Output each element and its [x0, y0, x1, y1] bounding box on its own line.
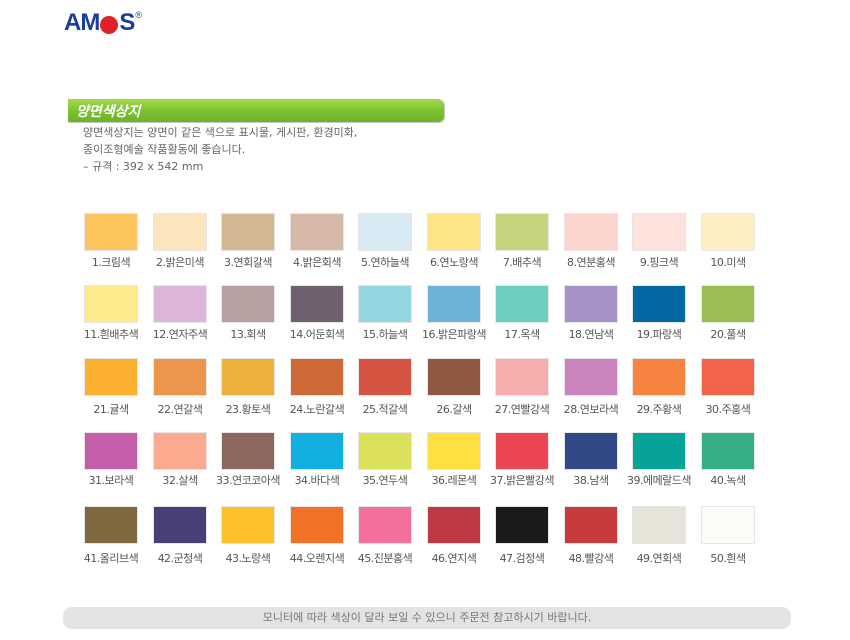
color-swatch — [359, 286, 411, 322]
color-swatch — [291, 214, 343, 250]
color-swatch — [633, 286, 685, 322]
color-swatch-label: 3.연회갈색 — [224, 256, 272, 269]
color-swatch — [565, 359, 617, 395]
color-swatch — [291, 433, 343, 469]
color-swatch — [222, 214, 274, 250]
color-swatch-label: 25.적갈색 — [362, 403, 408, 416]
color-swatch-label: 50.흰색 — [710, 552, 746, 565]
color-swatch — [85, 286, 137, 322]
color-swatch — [633, 214, 685, 250]
color-swatch — [154, 507, 206, 543]
color-swatch — [222, 359, 274, 395]
color-swatch-label: 13.회색 — [230, 328, 266, 341]
color-swatch — [428, 214, 480, 250]
color-swatch-label: 30.주홍색 — [705, 403, 751, 416]
color-swatch-label: 40.녹색 — [710, 474, 746, 487]
color-swatch — [154, 359, 206, 395]
color-swatch — [359, 359, 411, 395]
color-swatch-label: 37.밝은빨강색 — [489, 474, 555, 487]
color-swatch — [291, 286, 343, 322]
color-swatch — [359, 507, 411, 543]
color-swatch-label: 45.진분홍색 — [357, 552, 413, 565]
color-swatch — [702, 507, 754, 543]
color-swatch — [496, 359, 548, 395]
color-swatch — [565, 507, 617, 543]
color-swatch — [702, 286, 754, 322]
color-swatch — [428, 433, 480, 469]
color-swatch-label: 10.미색 — [710, 256, 746, 269]
color-swatch-label: 17.옥색 — [504, 328, 540, 341]
color-swatch — [85, 507, 137, 543]
color-swatch — [633, 507, 685, 543]
color-swatch-label: 43.노랑색 — [225, 552, 271, 565]
color-swatch — [496, 286, 548, 322]
color-swatch — [291, 507, 343, 543]
color-swatch-label: 31.보라색 — [88, 474, 134, 487]
color-swatch-label: 23.황토색 — [225, 403, 271, 416]
color-swatch-label: 7.배추색 — [502, 256, 542, 269]
color-swatch — [428, 507, 480, 543]
color-swatch-label: 11.흰배추색 — [83, 328, 139, 341]
monitor-notice: 모니터에 따라 색상이 달라 보일 수 있으니 주문전 참고하시기 바랍니다. — [63, 607, 791, 629]
color-swatch-label: 27.연빨강색 — [494, 403, 550, 416]
color-swatch — [496, 214, 548, 250]
color-swatch-label: 21.귤색 — [93, 403, 129, 416]
color-swatch — [359, 433, 411, 469]
color-swatch-label: 33.연코코아색 — [215, 474, 281, 487]
color-swatch — [565, 286, 617, 322]
color-swatch-label: 9.핑크색 — [639, 256, 679, 269]
color-swatch — [565, 433, 617, 469]
color-swatch-label: 49.연회색 — [636, 552, 682, 565]
color-swatch — [702, 359, 754, 395]
color-swatch-label: 19.파랑색 — [636, 328, 682, 341]
color-swatch — [222, 286, 274, 322]
color-swatch — [85, 433, 137, 469]
color-swatch — [702, 433, 754, 469]
color-swatch — [154, 214, 206, 250]
color-swatch — [428, 359, 480, 395]
color-swatch-label: 15.하늘색 — [362, 328, 408, 341]
color-swatch — [359, 214, 411, 250]
color-swatch-label: 39.에메랄드색 — [626, 474, 692, 487]
color-swatch — [428, 286, 480, 322]
color-swatch — [702, 214, 754, 250]
color-swatch — [85, 214, 137, 250]
color-swatch — [85, 359, 137, 395]
color-swatch — [496, 507, 548, 543]
color-swatch — [565, 214, 617, 250]
color-swatch-label: 29.주황색 — [636, 403, 682, 416]
color-swatch-label: 5.연하늘색 — [361, 256, 409, 269]
color-swatch — [154, 286, 206, 322]
color-swatch-label: 41.올리브색 — [83, 552, 139, 565]
color-swatch-label: 35.연두색 — [362, 474, 408, 487]
color-swatch — [154, 433, 206, 469]
color-swatch — [496, 433, 548, 469]
color-swatch-grid: 1.크림색 2.밝은미색 3.연회갈색 4.밝은회색 5.연하늘색 6.연노랑색 7.배추색… — [0, 0, 850, 600]
color-swatch-label: 1.크림색 — [91, 256, 131, 269]
color-swatch — [633, 359, 685, 395]
color-swatch-label: 20.풀색 — [710, 328, 746, 341]
color-swatch — [291, 359, 343, 395]
color-swatch — [222, 507, 274, 543]
color-swatch-label: 47.검정색 — [499, 552, 545, 565]
color-swatch — [633, 433, 685, 469]
color-swatch — [222, 433, 274, 469]
